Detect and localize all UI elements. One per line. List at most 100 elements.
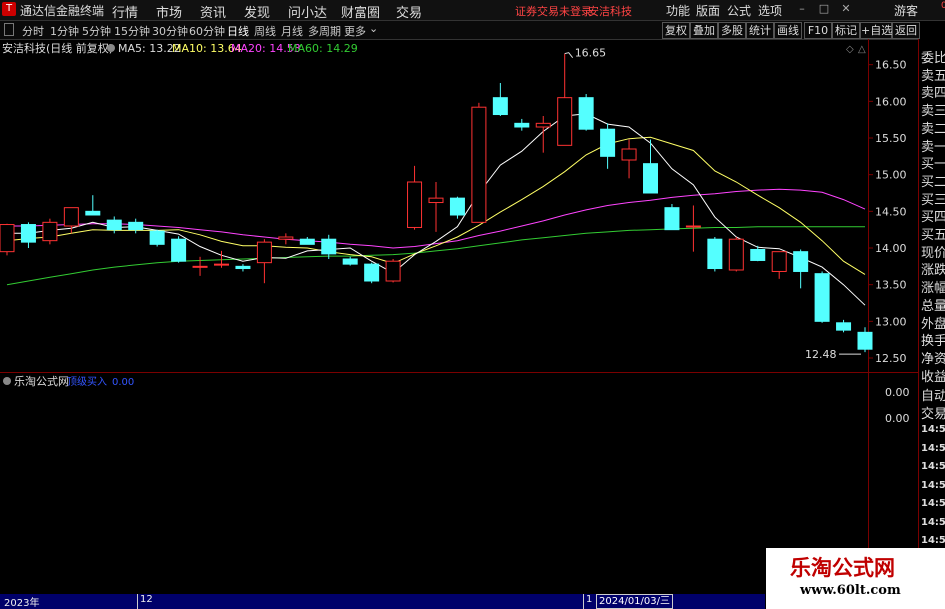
candle-down[interactable] — [20, 224, 36, 243]
settings-icon[interactable] — [107, 44, 115, 52]
menu-discover[interactable]: 发现 — [244, 2, 270, 21]
menu-market[interactable]: 市场 — [156, 2, 182, 21]
price-tick-label: 14.00 — [875, 242, 907, 255]
tab-multi-period[interactable]: 多周期 — [308, 23, 341, 39]
overlay-button[interactable]: 叠加 — [690, 22, 718, 39]
candle-down[interactable] — [578, 97, 594, 130]
menu-formula[interactable]: 公式 — [727, 2, 751, 19]
quote-label[interactable]: 自动 — [921, 385, 945, 404]
maximize-icon[interactable]: □ — [818, 3, 830, 15]
candle-down[interactable] — [750, 248, 766, 261]
candle-down[interactable] — [149, 230, 165, 245]
mark-button[interactable]: 标记 — [832, 22, 860, 39]
quote-label: 卖四 — [921, 86, 945, 102]
tab-monthly[interactable]: 月线 — [281, 23, 303, 39]
candle-up[interactable] — [63, 207, 79, 227]
candle-down[interactable] — [128, 221, 144, 231]
f10-button[interactable]: F10 — [804, 22, 832, 39]
candle-down[interactable] — [321, 238, 337, 255]
price-tick-label: 13.00 — [875, 315, 907, 328]
menu-trade[interactable]: 交易 — [396, 2, 422, 21]
tab-more[interactable]: 更多 — [344, 23, 366, 39]
tab-daily[interactable]: 日线 — [227, 23, 249, 39]
candle-down[interactable] — [664, 207, 680, 231]
adjust-button[interactable]: 复权 — [662, 22, 690, 39]
candle-up[interactable] — [621, 148, 637, 161]
statistics-button[interactable]: 统计 — [746, 22, 774, 39]
stock-title: 安洁科技(日线 前复权) — [2, 41, 113, 55]
back-button[interactable]: 返回 — [892, 22, 920, 39]
tab-30min[interactable]: 30分钟 — [152, 23, 188, 39]
add-watchlist-button[interactable]: +自选 — [860, 22, 892, 39]
candle-down[interactable] — [600, 128, 616, 157]
quote-label: 净资 — [921, 351, 945, 367]
candle-up[interactable] — [471, 106, 487, 223]
candle-down[interactable] — [793, 251, 809, 272]
tab-60min[interactable]: 60分钟 — [189, 23, 225, 39]
multi-stock-button[interactable]: 多股 — [718, 22, 746, 39]
candle-up[interactable] — [728, 238, 744, 271]
menu-ask-xiaoda[interactable]: 问小达 — [288, 2, 327, 21]
candle-down[interactable] — [85, 210, 101, 216]
candle-up[interactable] — [42, 221, 58, 242]
candle-down[interactable] — [836, 322, 852, 331]
menu-wealth-circle[interactable]: 财富圈 — [341, 2, 380, 21]
diamond-icon[interactable]: ◇ — [846, 44, 854, 55]
watermark-banner: 乐淘公式网 www.60lt.com — [766, 548, 945, 609]
tab-15min[interactable]: 15分钟 — [114, 23, 150, 39]
candle-down[interactable] — [514, 122, 530, 128]
candle-up[interactable] — [192, 265, 208, 268]
candle-down[interactable] — [171, 238, 187, 262]
candle-up[interactable] — [214, 263, 229, 266]
quote-label: 买五 — [921, 228, 945, 243]
candlestick-chart[interactable]: 安洁科技(日线 前复权) MA5: 13.22 MA10: 13.64 MA20… — [0, 39, 918, 594]
close-icon[interactable]: ✕ — [840, 3, 852, 15]
menu-layout[interactable]: 版面 — [696, 2, 720, 19]
login-notice[interactable]: 证券交易未登录 — [515, 3, 592, 19]
menu-news[interactable]: 资讯 — [200, 2, 226, 21]
price-tick-label: 12.50 — [875, 352, 907, 365]
candle-down[interactable] — [364, 263, 380, 282]
candle-down[interactable] — [814, 273, 830, 322]
tab-weekly[interactable]: 周线 — [254, 23, 276, 39]
guest-user[interactable]: 游客 — [894, 2, 918, 19]
tab-intraday[interactable]: 分时 — [22, 23, 44, 39]
trade-time: 14:56 — [921, 479, 945, 491]
quote-label[interactable]: 交易 — [921, 403, 945, 422]
candle-down[interactable] — [235, 265, 251, 270]
draw-line-button[interactable]: 画线 — [774, 22, 802, 39]
menu-quotes[interactable]: 行情 — [112, 2, 138, 21]
quote-label: 买一 — [921, 157, 945, 173]
triangle-up-icon[interactable]: △ — [858, 44, 866, 55]
sub-settings-icon[interactable] — [3, 377, 11, 385]
tab-5min[interactable]: 5分钟 — [82, 23, 111, 39]
candle-up[interactable] — [385, 260, 401, 282]
minimize-icon[interactable]: – — [796, 3, 808, 15]
candle-up[interactable] — [771, 251, 787, 272]
price-tick-label: 16.00 — [875, 95, 907, 108]
tab-1min[interactable]: 1分钟 — [50, 23, 79, 39]
panel-toggle-icon[interactable] — [4, 23, 14, 36]
candle-down[interactable] — [492, 97, 508, 116]
candle-down[interactable] — [106, 219, 122, 231]
candle-down[interactable] — [643, 163, 658, 194]
chevron-down-icon[interactable]: ⌄ — [369, 22, 378, 35]
candle-up[interactable] — [685, 225, 701, 228]
candle-up[interactable] — [557, 97, 573, 146]
candle-down[interactable] — [299, 238, 315, 245]
candle-up[interactable] — [535, 122, 551, 128]
candle-down[interactable] — [342, 258, 358, 265]
candle-down[interactable] — [707, 238, 723, 270]
candle-down[interactable] — [857, 331, 873, 350]
app-logo-icon[interactable]: T — [2, 2, 16, 16]
candle-up[interactable] — [428, 197, 444, 204]
sub-chart-header: 乐淘公式网 顶级买入 0.00 0.00 0.00 — [3, 375, 910, 425]
candle-up[interactable] — [278, 236, 294, 240]
candle-down[interactable] — [449, 197, 465, 216]
candle-up[interactable] — [0, 224, 15, 253]
candle-up[interactable] — [407, 181, 423, 228]
candle-up[interactable] — [256, 241, 272, 264]
menu-options[interactable]: 选项 — [758, 2, 782, 19]
time-axis-bar[interactable]: 2023年 12 1 2024/01/03/三 — [0, 594, 765, 609]
menu-function[interactable]: 功能 — [666, 2, 690, 19]
